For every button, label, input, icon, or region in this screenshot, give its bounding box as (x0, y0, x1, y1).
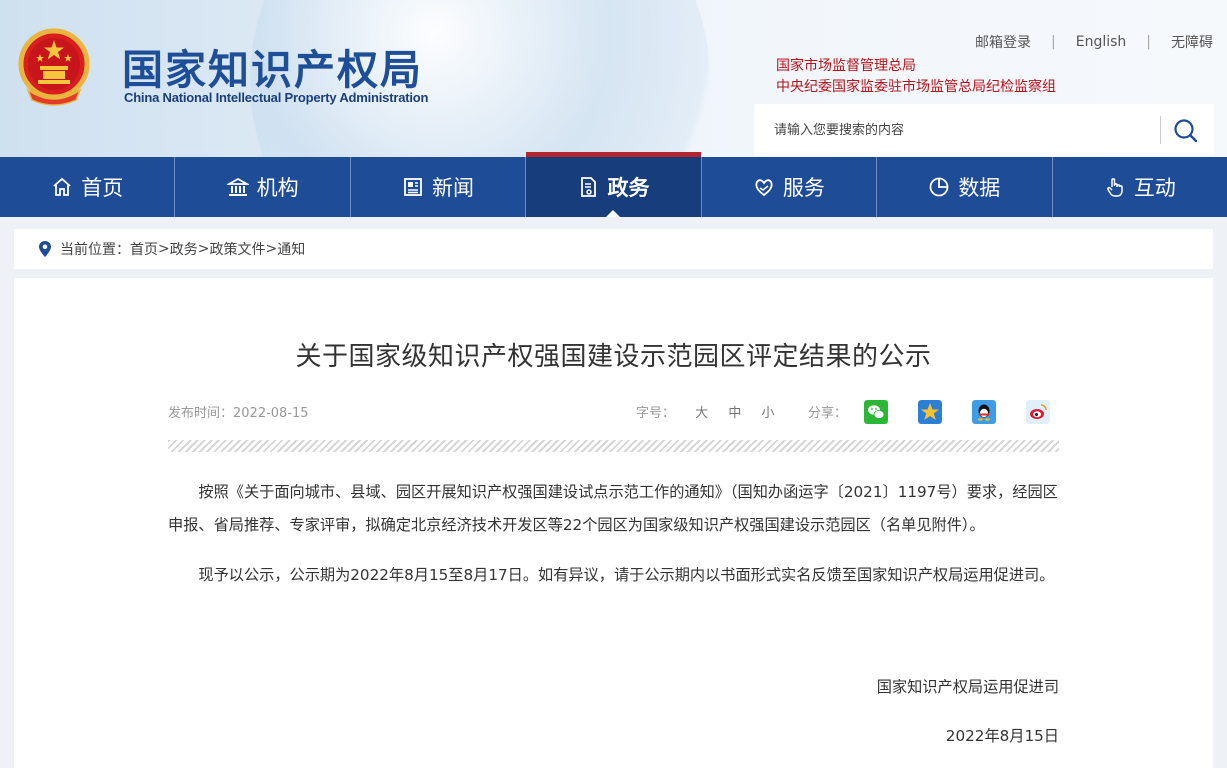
top-links: 邮箱登录 | English | 无障碍 (975, 32, 1213, 52)
nav-item-interaction[interactable]: 互动 (1053, 157, 1227, 217)
search-divider (1160, 116, 1161, 144)
breadcrumb-separator: > (197, 241, 210, 257)
national-emblem-icon[interactable] (18, 28, 90, 106)
document-icon (581, 177, 597, 197)
article-title: 关于国家级知识产权强国建设示范园区评定结果的公示 (295, 342, 932, 372)
breadcrumb-home[interactable]: 首页 (130, 239, 158, 259)
site-title[interactable]: 国家知识产权局 (122, 36, 423, 96)
home-icon (53, 177, 71, 196)
breadcrumb-policy-documents[interactable]: 政策文件 (209, 239, 265, 259)
breadcrumb-government-affairs[interactable]: 政务 (170, 239, 198, 259)
breadcrumb: 当前位置： 首页 > 政务 > 政策文件 > 通知 (14, 229, 1213, 269)
newspaper-icon (404, 178, 422, 196)
samr-link[interactable]: 国家市场监督管理总局 (776, 56, 1056, 77)
font-size-control: 字号： 大 中 小 (636, 402, 774, 421)
nav-item-home[interactable]: 首页 (0, 157, 176, 217)
main-nav: 首页 机构 新闻 政务 服务 数据 互动 (0, 152, 1227, 217)
link-separator: | (1051, 34, 1056, 50)
email-login-link[interactable]: 邮箱登录 (975, 32, 1031, 52)
breadcrumb-notice[interactable]: 通知 (277, 239, 305, 259)
font-size-label: 字号： (636, 406, 676, 421)
nav-label: 机构 (256, 176, 299, 200)
heart-hand-icon (755, 179, 773, 197)
breadcrumb-separator: > (265, 241, 278, 257)
wechat-icon[interactable] (864, 400, 888, 424)
institution-icon (226, 177, 249, 196)
site-header: 国家知识产权局 China National Intellectual Prop… (0, 0, 1227, 157)
font-size-small[interactable]: 小 (761, 406, 774, 421)
publish-label: 发布时间： (168, 406, 234, 421)
qzone-icon[interactable] (918, 400, 942, 424)
sign-date: 2022年8月15日 (945, 727, 1059, 745)
hand-pointer-icon (1106, 178, 1123, 197)
nav-item-services[interactable]: 服务 (702, 157, 878, 217)
nav-label: 服务 (782, 176, 825, 200)
breadcrumb-prefix: 当前位置： (60, 242, 130, 258)
search-icon[interactable] (1170, 116, 1202, 146)
share-label: 分享： (808, 406, 848, 421)
article-content: 按照《关于面向城市、县域、园区开展知识产权强国建设试点示范工作的通知》（国知办函… (168, 476, 1059, 609)
site-subtitle: China National Intellectual Property Adm… (124, 90, 429, 105)
publish-date-value: 2022-08-15 (233, 406, 309, 421)
nav-label: 政务 (607, 176, 650, 200)
font-size-large[interactable]: 大 (695, 406, 708, 421)
nav-label: 首页 (81, 176, 124, 200)
english-link[interactable]: English (1076, 34, 1127, 50)
nav-item-institution[interactable]: 机构 (175, 157, 351, 217)
nav-item-government-affairs[interactable]: 政务 (526, 152, 702, 217)
nav-label: 新闻 (432, 176, 475, 200)
link-separator: | (1146, 34, 1151, 50)
nav-label: 数据 (958, 176, 1001, 200)
article-paragraph: 按照《关于面向城市、县域、园区开展知识产权强国建设试点示范工作的通知》（国知办函… (168, 483, 1058, 534)
org-links: 国家市场监督管理总局 中央纪委国家监委驻市场监管总局纪检监察组 (776, 56, 1056, 98)
signature: 国家知识产权局运用促进司 (876, 678, 1059, 696)
publish-date: 发布时间：2022-08-15 (168, 402, 309, 421)
font-size-medium[interactable]: 中 (728, 406, 741, 421)
location-pin-icon (39, 241, 51, 257)
article-panel: 关于国家级知识产权强国建设示范园区评定结果的公示 发布时间：2022-08-15… (14, 278, 1213, 768)
nav-item-news[interactable]: 新闻 (351, 157, 527, 217)
article-meta: 发布时间：2022-08-15 字号： 大 中 小 分享： (168, 400, 1059, 424)
weibo-icon[interactable] (1026, 400, 1050, 424)
nav-label: 互动 (1133, 176, 1176, 200)
search-input[interactable] (754, 104, 1159, 156)
breadcrumb-separator: > (158, 241, 170, 257)
discipline-inspection-link[interactable]: 中央纪委国家监委驻市场监管总局纪检监察组 (776, 77, 1056, 98)
qq-icon[interactable] (972, 400, 996, 424)
accessibility-link[interactable]: 无障碍 (1171, 32, 1213, 52)
divider-stripe (168, 440, 1059, 452)
article-paragraph: 现予以公示，公示期为2022年8月15至8月17日。如有异议，请于公示期内以书面… (198, 566, 1055, 584)
nav-item-data[interactable]: 数据 (877, 157, 1053, 217)
pie-chart-icon (929, 177, 949, 197)
search-box (754, 104, 1214, 156)
